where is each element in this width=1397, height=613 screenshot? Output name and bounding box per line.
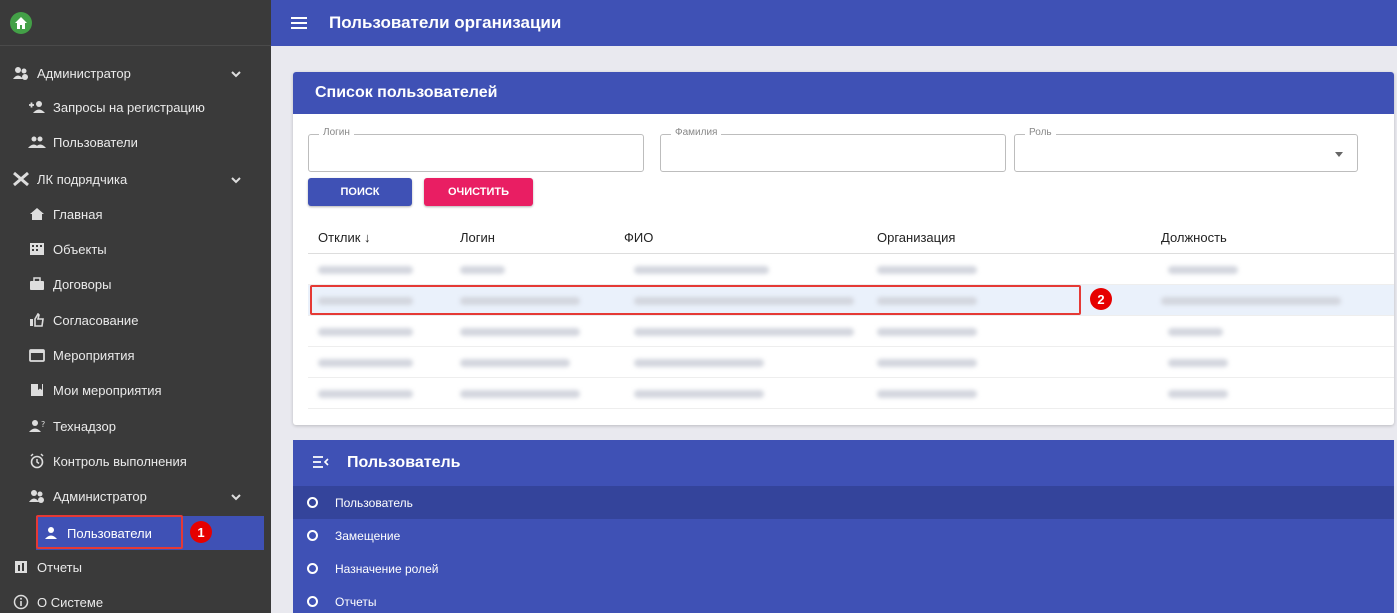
panel-item-label: Пользователь: [335, 495, 413, 510]
admin-group-icon: [28, 487, 46, 505]
user-panel-header: Пользователь: [293, 440, 1394, 486]
report-icon: [12, 558, 30, 576]
sidebar-item-label: Администратор: [37, 65, 131, 81]
sidebar-item-label: О Системе: [37, 594, 104, 610]
collapse-menu-icon[interactable]: [313, 455, 329, 472]
sidebar-item-admin[interactable]: Администратор: [0, 56, 271, 90]
annotation-badge-1: 1: [190, 521, 212, 543]
sidebar-item-label: Согласование: [53, 312, 139, 328]
panel-item-user[interactable]: Пользователь: [293, 486, 1394, 519]
panel-item-label: Замещение: [335, 528, 401, 543]
sidebar-header: [0, 0, 271, 46]
role-field-label: Роль: [1025, 127, 1056, 138]
sidebar-item-label: Мероприятия: [53, 347, 135, 363]
annotation-box-2: [310, 285, 1081, 315]
svg-text:?: ?: [41, 420, 45, 429]
page-title: Пользователи организации: [329, 13, 562, 32]
table-row[interactable]: [308, 254, 1394, 285]
bookmark-icon: [28, 381, 46, 399]
sidebar-item-home[interactable]: Главная: [0, 197, 271, 231]
inspector-icon: ?: [28, 417, 46, 435]
tools-icon: [12, 170, 30, 188]
login-field[interactable]: Логин: [308, 127, 644, 172]
sidebar-item-label: Контроль выполнения: [53, 453, 187, 469]
panel-item-role-assignment[interactable]: Назначение ролей: [293, 552, 1394, 585]
top-app-bar: Пользователи организации: [271, 0, 1397, 46]
sidebar-item-my-events[interactable]: Мои мероприятия: [0, 373, 271, 407]
sidebar-item-about[interactable]: О Системе: [0, 585, 271, 613]
sidebar-item-execution-control[interactable]: Контроль выполнения: [0, 444, 271, 478]
column-header-position[interactable]: Должность: [1161, 230, 1227, 245]
calendar-icon: [28, 346, 46, 364]
table-row[interactable]: [308, 316, 1394, 347]
radio-circle-icon: [307, 563, 318, 574]
panel-item-substitution[interactable]: Замещение: [293, 519, 1394, 552]
chevron-down-icon: [231, 66, 241, 81]
building-icon: [28, 240, 46, 258]
sidebar-item-contracts[interactable]: Договоры: [0, 267, 271, 301]
annotation-badge-2: 2: [1090, 288, 1112, 310]
add-user-icon: [28, 98, 46, 116]
sidebar-item-label: Мои мероприятия: [53, 382, 162, 398]
sidebar-item-label: Администратор: [53, 488, 147, 504]
table-row[interactable]: [308, 347, 1394, 378]
chevron-down-icon: [231, 489, 241, 504]
sidebar-item-label: Технадзор: [53, 418, 116, 434]
home-logo-icon[interactable]: [10, 11, 32, 34]
sidebar-item-label: Договоры: [53, 276, 112, 292]
users-icon: [28, 133, 46, 151]
sidebar-item-objects[interactable]: Объекты: [0, 232, 271, 266]
sidebar-item-users[interactable]: Пользователи: [0, 125, 271, 159]
sidebar-item-label: ЛК подрядчика: [37, 171, 128, 187]
annotation-box-1: [36, 515, 183, 549]
info-icon: [12, 593, 30, 611]
user-list-card: Список пользователей Логин Фамилия Роль …: [293, 72, 1394, 425]
user-panel-title: Пользователь: [347, 454, 461, 471]
radio-circle-icon: [307, 530, 318, 541]
home-icon: [28, 205, 46, 223]
user-list-title: Список пользователей: [293, 72, 1394, 114]
dropdown-arrow-icon: [1335, 152, 1343, 157]
login-field-label: Логин: [319, 127, 354, 138]
surname-field[interactable]: Фамилия: [660, 127, 1006, 172]
column-header-organization[interactable]: Организация: [877, 230, 955, 245]
panel-item-label: Назначение ролей: [335, 561, 439, 576]
search-button[interactable]: ПОИСК: [308, 178, 412, 206]
admin-group-icon: [12, 64, 30, 82]
sidebar-item-events[interactable]: Мероприятия: [0, 338, 271, 372]
surname-field-label: Фамилия: [671, 127, 722, 138]
alarm-icon: [28, 452, 46, 470]
sidebar-item-supervision[interactable]: ? Технадзор: [0, 409, 271, 443]
menu-icon[interactable]: [291, 17, 307, 29]
table-header: Отклик ↓ Логин ФИО Организация Должность: [308, 220, 1394, 254]
sidebar-item-label: Объекты: [53, 241, 107, 257]
column-header-fullname[interactable]: ФИО: [624, 230, 653, 245]
column-header-login[interactable]: Логин: [460, 230, 495, 245]
column-header-response[interactable]: Отклик ↓: [318, 230, 371, 245]
sidebar-item-label: Отчеты: [37, 559, 82, 575]
sidebar-item-label: Пользователи: [53, 134, 138, 150]
user-panel: Пользователь Пользователь Замещение Назн…: [293, 440, 1394, 613]
clear-button[interactable]: ОЧИСТИТЬ: [424, 178, 533, 206]
panel-item-label: Отчеты: [335, 594, 377, 609]
sidebar-item-admin-sub[interactable]: Администратор: [0, 479, 271, 513]
chevron-down-icon: [231, 172, 241, 187]
briefcase-icon: [28, 275, 46, 293]
radio-circle-icon: [307, 497, 318, 508]
radio-circle-icon: [307, 596, 318, 607]
panel-item-reports[interactable]: Отчеты: [293, 585, 1394, 613]
thumb-up-icon: [28, 311, 46, 329]
sidebar-item-approval[interactable]: Согласование: [0, 303, 271, 337]
role-select[interactable]: Роль: [1014, 127, 1358, 172]
sidebar-item-reports[interactable]: Отчеты: [0, 550, 271, 584]
sidebar-item-contractor[interactable]: ЛК подрядчика: [0, 162, 271, 196]
sidebar-item-label: Запросы на регистрацию: [53, 99, 205, 115]
sidebar: Администратор Запросы на регистрацию Пол…: [0, 0, 271, 613]
table-row[interactable]: [308, 378, 1394, 409]
sidebar-item-label: Главная: [53, 206, 103, 222]
sidebar-item-registration-requests[interactable]: Запросы на регистрацию: [0, 90, 271, 124]
